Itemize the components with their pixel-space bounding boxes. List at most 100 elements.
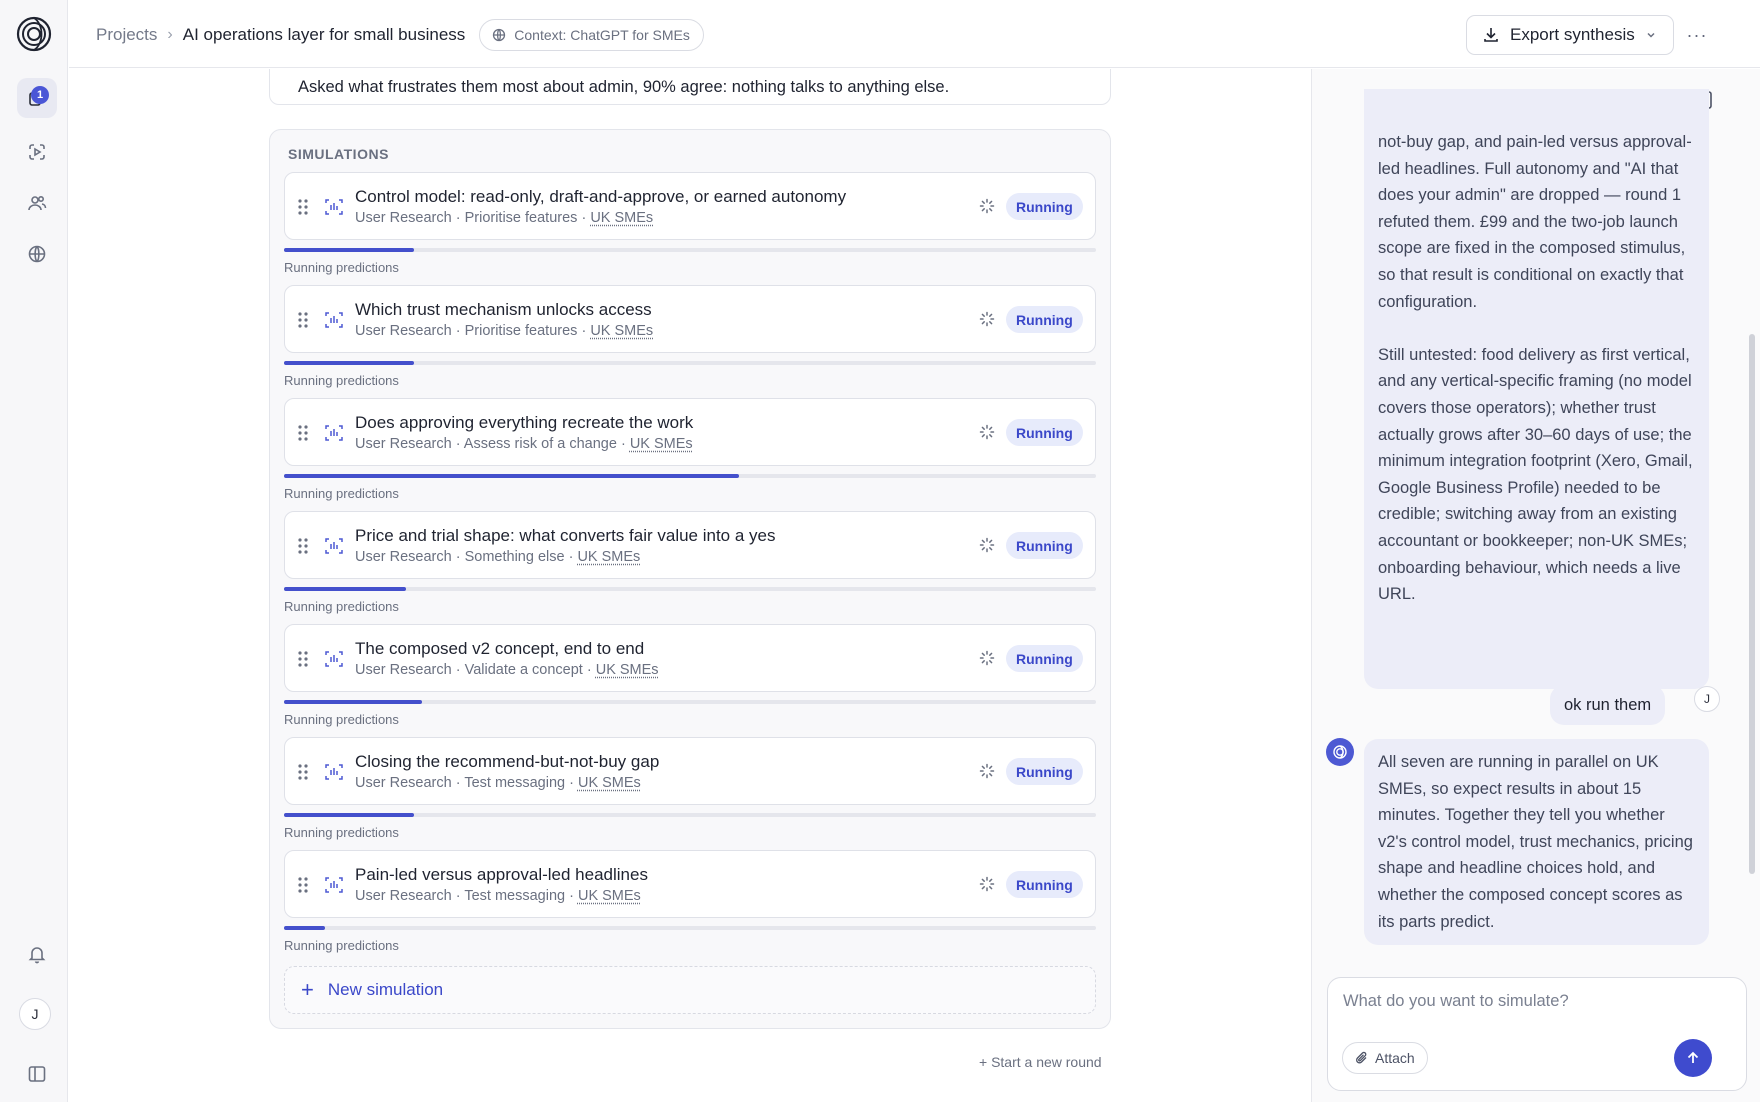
status-badge: Running (1006, 758, 1083, 785)
simulation-type-icon (325, 199, 343, 215)
simulation-card[interactable]: Control model: read-only, draft-and-appr… (284, 172, 1096, 240)
assistant-message: not-buy gap, and pain-led versus approva… (1364, 89, 1709, 689)
top-bar: Projects › AI operations layer for small… (69, 0, 1760, 68)
user-avatar[interactable]: J (19, 998, 51, 1030)
context-pill[interactable]: Context: ChatGPT for SMEs (479, 19, 704, 51)
simulation-type: Something else (464, 549, 565, 565)
progress-bar (284, 361, 1096, 365)
simulation-card[interactable]: Does approving everything recreate the w… (284, 398, 1096, 466)
progress-fill (284, 474, 739, 478)
page-title: AI operations layer for small business (182, 25, 466, 44)
simulation-audience-link[interactable]: UK SMEs (596, 662, 659, 678)
progress-fill (284, 813, 414, 817)
context-label: Context: ChatGPT for SMEs (514, 27, 690, 43)
simulation-audience-link[interactable]: UK SMEs (578, 775, 641, 791)
chat-scrollbar[interactable] (1749, 334, 1755, 874)
simulation-audience-link[interactable]: UK SMEs (577, 549, 640, 565)
simulation-title: Does approving everything recreate the w… (355, 413, 694, 432)
simulation-row: Which trust mechanism unlocks access User… (284, 285, 1096, 388)
app-logo-icon[interactable] (16, 16, 52, 52)
status-badge: Running (1006, 532, 1083, 559)
simulation-category: User Research (355, 888, 452, 904)
drag-handle-icon[interactable] (297, 649, 309, 669)
new-simulation-button[interactable]: + New simulation (284, 966, 1096, 1014)
simulation-card[interactable]: Price and trial shape: what converts fai… (284, 511, 1096, 579)
progress-bar (284, 813, 1096, 817)
simulation-meta: User Research · Test messaging · UK SMEs (355, 888, 641, 904)
send-button[interactable] (1674, 1039, 1712, 1077)
progress-label: Running predictions (284, 938, 399, 953)
attach-label: Attach (1375, 1050, 1415, 1066)
simulation-category: User Research (355, 436, 452, 452)
loading-spinner-icon (979, 650, 995, 666)
simulation-meta: User Research · Validate a concept · UK … (355, 662, 659, 678)
simulation-type-icon (325, 764, 343, 780)
simulation-title: Which trust mechanism unlocks access (355, 300, 652, 319)
drag-handle-icon[interactable] (297, 875, 309, 895)
progress-fill (284, 248, 414, 252)
export-synthesis-button[interactable]: Export synthesis (1466, 15, 1674, 55)
rail-audiences-button[interactable] (17, 183, 57, 223)
plus-icon: + (301, 977, 314, 1002)
progress-bar (284, 926, 1096, 930)
simulation-category: User Research (355, 775, 452, 791)
simulations-panel: SIMULATIONS Control model: read-only, dr… (269, 129, 1111, 1029)
drag-handle-icon[interactable] (297, 762, 309, 782)
summary-card: Asked what frustrates them most about ad… (269, 69, 1111, 105)
simulation-type-icon (325, 425, 343, 441)
simulation-type: Assess risk of a change (463, 436, 617, 452)
simulation-card[interactable]: The composed v2 concept, end to end User … (284, 624, 1096, 692)
composer: Attach (1327, 977, 1747, 1091)
attach-button[interactable]: Attach (1342, 1042, 1428, 1074)
simulation-title: Control model: read-only, draft-and-appr… (355, 187, 847, 206)
simulation-category: User Research (355, 210, 452, 226)
more-options-button[interactable]: ··· (1682, 20, 1712, 50)
progress-fill (284, 361, 414, 365)
globe-icon (493, 28, 506, 42)
progress-label: Running predictions (284, 825, 399, 840)
simulation-meta: User Research · Prioritise features · UK… (355, 210, 654, 226)
toggle-sidebar-button[interactable] (17, 1054, 57, 1094)
simulation-card[interactable]: Pain-led versus approval-led headlines Us… (284, 850, 1096, 918)
simulation-type: Validate a concept (464, 662, 583, 678)
simulation-row: Closing the recommend-but-not-buy gap Use… (284, 737, 1096, 840)
simulation-type-icon (325, 312, 343, 328)
loading-spinner-icon (979, 198, 995, 214)
simulation-row: Price and trial shape: what converts fai… (284, 511, 1096, 614)
rail-notifications-button[interactable] (17, 934, 57, 974)
simulation-row: The composed v2 concept, end to end User … (284, 624, 1096, 727)
simulation-meta: User Research · Something else · UK SMEs (355, 549, 641, 565)
simulation-type-icon (325, 877, 343, 893)
simulation-card[interactable]: Which trust mechanism unlocks access User… (284, 285, 1096, 353)
simulation-card[interactable]: Closing the recommend-but-not-buy gap Use… (284, 737, 1096, 805)
prompt-input[interactable] (1343, 992, 1723, 1011)
simulation-audience-link[interactable]: UK SMEs (590, 210, 653, 226)
simulation-type-icon (325, 538, 343, 554)
breadcrumb-projects-link[interactable]: Projects (96, 25, 157, 45)
drag-handle-icon[interactable] (297, 423, 309, 443)
simulation-row: Control model: read-only, draft-and-appr… (284, 172, 1096, 275)
simulations-heading: SIMULATIONS (288, 146, 389, 162)
simulation-meta: User Research · Assess risk of a change … (355, 436, 693, 452)
progress-bar (284, 248, 1096, 252)
progress-fill (284, 700, 423, 704)
breadcrumb-chevron-icon: › (167, 26, 173, 43)
drag-handle-icon[interactable] (297, 197, 309, 217)
chevron-down-icon (1647, 32, 1655, 38)
loading-spinner-icon (979, 763, 995, 779)
start-new-round-link[interactable]: + Start a new round (979, 1054, 1102, 1070)
simulation-category: User Research (355, 662, 452, 678)
breadcrumb: Projects › AI operations layer for small… (96, 0, 704, 70)
rail-simulations-button[interactable] (17, 132, 57, 172)
left-rail: 1 J (0, 0, 68, 1102)
progress-label: Running predictions (284, 486, 399, 501)
simulation-audience-link[interactable]: UK SMEs (590, 323, 653, 339)
drag-handle-icon[interactable] (297, 536, 309, 556)
status-badge: Running (1006, 645, 1083, 672)
simulation-audience-link[interactable]: UK SMEs (578, 888, 641, 904)
rail-global-button[interactable] (17, 234, 57, 274)
progress-label: Running predictions (284, 373, 399, 388)
assistant-logo-icon (1333, 745, 1347, 759)
drag-handle-icon[interactable] (297, 310, 309, 330)
simulation-audience-link[interactable]: UK SMEs (630, 436, 693, 452)
